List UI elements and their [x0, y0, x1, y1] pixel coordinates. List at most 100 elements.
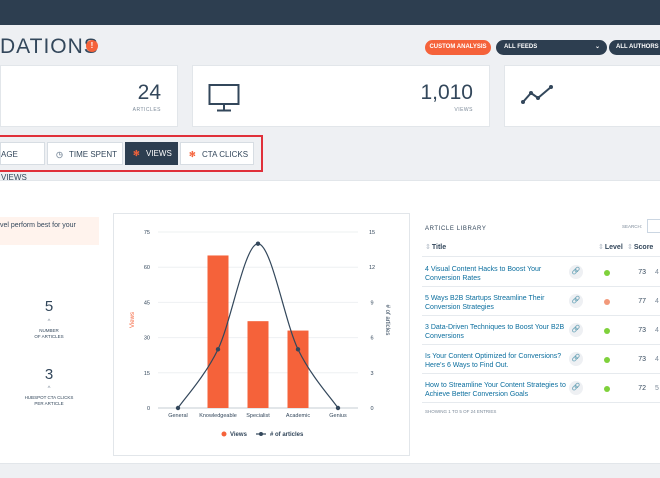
- tip-banner: vel perform best for your: [0, 217, 99, 245]
- line-point: [255, 241, 261, 246]
- custom-analysis-button[interactable]: CUSTOM ANALYSIS: [425, 40, 491, 55]
- article-library-title: ARTICLE LIBRARY: [425, 226, 487, 232]
- authors-select[interactable]: ALL AUTHORS: [609, 40, 660, 55]
- column-header-score[interactable]: ⇕Score: [627, 243, 653, 251]
- table-row-extra: 4: [655, 356, 659, 363]
- link-icon[interactable]: 🔗: [569, 265, 583, 279]
- x-tick-label: Knowledgeable: [199, 413, 237, 419]
- x-tick-label: Academic: [286, 413, 310, 419]
- link-icon[interactable]: 🔗: [569, 323, 583, 337]
- legend-marker-views: [221, 431, 227, 437]
- y2-tick-label: 12: [369, 265, 375, 271]
- views-by-level-chart: 0 15 30 45 60 75 0 3 6 9 12 15 Views # of articles Gen…: [113, 213, 410, 456]
- trend-stat-card: [504, 65, 660, 127]
- feeds-select[interactable]: ALL FEEDS ⌄: [496, 40, 607, 55]
- views-label: VIEWS: [454, 107, 473, 113]
- table-row-extra: 5: [655, 385, 659, 392]
- sort-icon: ⇕: [598, 244, 604, 251]
- level-dot: [604, 328, 610, 334]
- column-header-level[interactable]: ⇕Level: [598, 243, 623, 251]
- column-header-title[interactable]: ⇕Title: [425, 243, 446, 251]
- table-row-score: 73: [638, 356, 646, 363]
- y-tick-label: 30: [144, 336, 150, 342]
- articles-stat-card: 24 ARTICLES: [0, 65, 178, 127]
- table-row-extra: 4: [655, 298, 659, 305]
- articles-count: 24: [137, 81, 161, 104]
- level-dot: [604, 357, 610, 363]
- table-divider: [422, 373, 660, 374]
- tabs-highlight-box: [0, 135, 263, 172]
- table-row-score: 73: [638, 327, 646, 334]
- table-row-score: 72: [638, 385, 646, 392]
- column-header-level-label: Level: [604, 244, 623, 251]
- table-divider: [422, 315, 660, 316]
- feeds-select-value: ALL FEEDS: [504, 44, 538, 50]
- bar: [287, 330, 309, 408]
- link-icon[interactable]: 🔗: [569, 381, 583, 395]
- cta-clicks-value: 3: [44, 366, 54, 383]
- level-dot: [604, 299, 610, 305]
- y-tick-label: 0: [147, 406, 150, 412]
- metric-label-line: OF ARTICLES: [34, 334, 64, 339]
- articles-label: ARTICLES: [132, 107, 161, 113]
- column-header-score-label: Score: [633, 244, 654, 251]
- y2-axis-title: # of articles: [384, 305, 390, 336]
- bar: [247, 321, 269, 408]
- table-row-extra: 4: [655, 327, 659, 334]
- level-dot: [604, 270, 610, 276]
- info-icon[interactable]: !: [86, 40, 98, 52]
- line-point: [175, 405, 181, 411]
- y2-tick-label: 6: [370, 336, 373, 342]
- line-point: [335, 405, 341, 411]
- x-tick-label: Genius: [329, 413, 347, 419]
- views-stat-card: 1,010 VIEWS: [192, 65, 490, 127]
- y-tick-label: 60: [144, 265, 150, 271]
- legend-label-views: Views: [230, 432, 248, 438]
- link-icon[interactable]: 🔗: [569, 352, 583, 366]
- table-row-title[interactable]: 3 Data-Driven Techniques to Boost Your B…: [425, 323, 567, 341]
- y2-tick-label: 0: [370, 406, 373, 412]
- page-bottom: [0, 463, 660, 478]
- link-icon[interactable]: 🔗: [569, 294, 583, 308]
- number-of-articles-value: 5: [44, 298, 54, 315]
- arrow-up-icon: ^: [47, 319, 51, 325]
- views-count: 1,010: [420, 81, 473, 104]
- table-row-title[interactable]: Is Your Content Optimized for Conversion…: [425, 352, 567, 370]
- column-header-title-label: Title: [431, 244, 447, 251]
- arrow-up-icon: ^: [47, 386, 51, 392]
- sort-icon: ⇕: [425, 244, 431, 251]
- top-navigation-bar: [0, 0, 660, 25]
- table-row-title[interactable]: How to Streamline Your Content Strategie…: [425, 381, 567, 399]
- table-row-score: 73: [638, 269, 646, 276]
- table-row-title[interactable]: 5 Ways B2B Startups Streamline Their Con…: [425, 294, 567, 312]
- line-point: [295, 347, 301, 352]
- cta-clicks-label: HUBSPOT CTA CLICKS PER ARTICLE: [0, 395, 98, 407]
- number-of-articles-label: NUMBER OF ARTICLES: [0, 328, 98, 340]
- sort-icon: ⇕: [627, 244, 633, 251]
- table-row-score: 77: [638, 298, 646, 305]
- monitor-icon: [208, 84, 240, 112]
- table-divider: [422, 256, 660, 257]
- table-divider: [422, 344, 660, 345]
- trend-line-icon: [521, 85, 553, 104]
- y-tick-label: 75: [144, 230, 150, 236]
- search-input[interactable]: [647, 219, 660, 233]
- y2-tick-label: 9: [370, 300, 373, 306]
- y-axis-title: Views: [130, 312, 136, 328]
- table-footer: SHOWING 1 TO 5 OF 24 ENTRIES: [425, 409, 497, 414]
- bar: [207, 255, 229, 408]
- page-title: DATIONS: [0, 35, 99, 58]
- table-divider: [422, 286, 660, 287]
- x-tick-label: General: [168, 413, 188, 419]
- y-tick-label: 15: [144, 371, 150, 377]
- y2-tick-label: 3: [370, 371, 373, 377]
- level-dot: [604, 386, 610, 392]
- chevron-down-icon: ⌄: [594, 44, 600, 50]
- y-tick-label: 45: [144, 300, 150, 306]
- y2-tick-label: 15: [369, 230, 375, 236]
- search-label: SEARCH:: [622, 224, 643, 229]
- table-divider: [422, 402, 660, 403]
- legend-label-articles: # of articles: [270, 432, 304, 438]
- table-row-title[interactable]: 4 Visual Content Hacks to Boost Your Con…: [425, 265, 567, 283]
- table-row-extra: 4: [655, 269, 659, 276]
